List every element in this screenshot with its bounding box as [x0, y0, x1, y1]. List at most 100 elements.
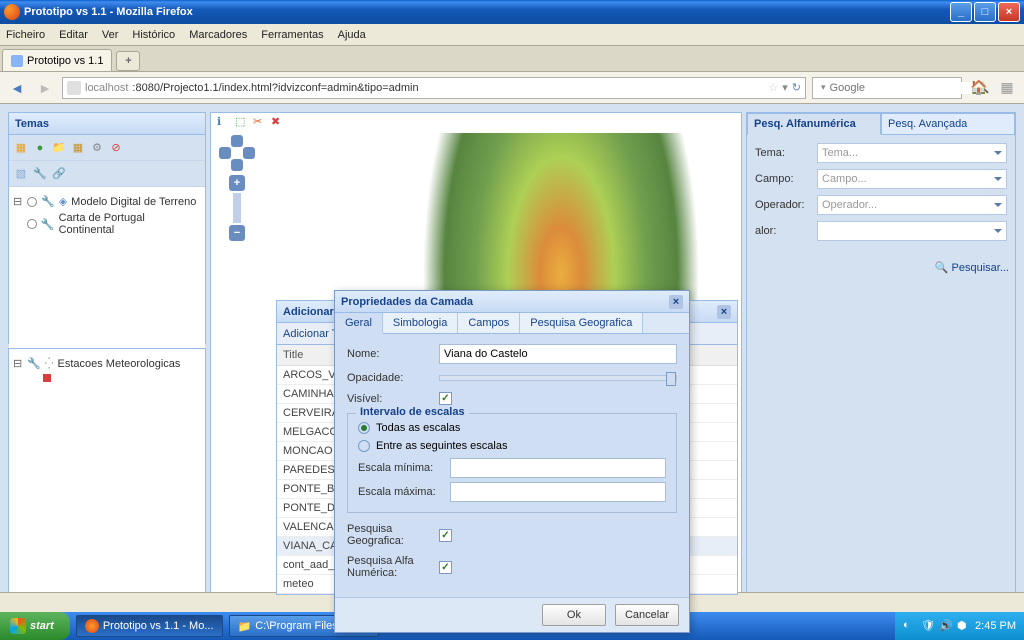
opacidade-label: Opacidade:	[347, 372, 431, 384]
tab-strip: Prototipo vs 1.1 +	[0, 46, 1024, 72]
tab-simbologia[interactable]: Simbologia	[383, 313, 458, 333]
layers-icon[interactable]: ▧	[13, 166, 29, 182]
wrench-icon: 🔧	[41, 218, 55, 231]
points-icon: ⁛	[45, 357, 54, 370]
temas-header: Temas	[9, 113, 205, 135]
menu-view[interactable]: Ver	[102, 29, 119, 41]
tray-icon[interactable]: ⬢	[957, 619, 971, 633]
feed-button[interactable]: ▦	[996, 77, 1018, 99]
temas-panel: Temas ▦ ● 📁 ▦ ⚙ ⊘ ▧ 🔧 🔗 ⊟ 🔧 ◈	[8, 112, 206, 344]
pan-control[interactable]	[219, 135, 255, 171]
tab-advanced-search[interactable]: Pesq. Avançada	[881, 113, 1015, 135]
search-panel: Pesq. Alfanumérica Pesq. Avançada Tema:T…	[746, 112, 1016, 608]
forward-button[interactable]: ►	[34, 77, 56, 99]
wrench-icon[interactable]: 🔧	[32, 166, 48, 182]
back-button[interactable]: ◄	[6, 77, 28, 99]
layer-tree-1: ⊟ 🔧 ◈ Modelo Digital de Terreno 🔧 Carta …	[9, 187, 205, 369]
layer-label: Estacoes Meteorologicas	[57, 358, 180, 370]
pan-north-icon[interactable]	[231, 135, 243, 147]
clock[interactable]: 2:45 PM	[975, 620, 1016, 632]
firefox-icon	[4, 4, 20, 20]
menu-tools[interactable]: Ferramentas	[261, 29, 323, 41]
radio-entre[interactable]	[358, 440, 370, 452]
tab-alpha-search[interactable]: Pesq. Alfanumérica	[747, 113, 881, 135]
radio-entre-label: Entre as seguintes escalas	[376, 440, 507, 452]
ok-button[interactable]: Ok	[542, 604, 606, 626]
add-folder-icon[interactable]: 📁	[51, 140, 67, 156]
add-globe-icon[interactable]: ●	[32, 140, 48, 156]
browser-tab[interactable]: Prototipo vs 1.1	[2, 49, 112, 71]
expand-icon[interactable]: ⊟	[13, 195, 23, 208]
valor-combo[interactable]: .	[817, 221, 1007, 241]
zoom-in-button[interactable]: +	[229, 175, 245, 191]
new-tab-button[interactable]: +	[116, 51, 140, 71]
opacidade-slider[interactable]	[439, 375, 677, 381]
pan-east-icon[interactable]	[243, 147, 255, 159]
tool-icon[interactable]: ⚙	[89, 140, 105, 156]
campo-label: Campo:	[755, 173, 811, 185]
home-button[interactable]: 🏠	[968, 77, 990, 99]
escala-max-input[interactable]	[450, 482, 666, 502]
tray-icon[interactable]: ◐	[903, 619, 917, 633]
menu-file[interactable]: Ficheiro	[6, 29, 45, 41]
visivel-checkbox[interactable]: ✓	[439, 392, 452, 405]
expand-icon[interactable]: ⊟	[13, 357, 23, 370]
radio-todas[interactable]	[358, 422, 370, 434]
taskbar-item-firefox[interactable]: Prototipo vs 1.1 - Mo...	[76, 615, 223, 637]
window-close-button[interactable]: ×	[998, 2, 1020, 22]
menu-edit[interactable]: Editar	[59, 29, 88, 41]
clear-icon[interactable]: ✖	[271, 115, 285, 129]
menu-help[interactable]: Ajuda	[338, 29, 366, 41]
link-icon[interactable]: 🔗	[51, 166, 67, 182]
dialog-header[interactable]: Propriedades da Camada ×	[335, 291, 689, 313]
tab-geral[interactable]: Geral	[335, 313, 383, 334]
radio-todas-label: Todas as escalas	[376, 422, 460, 434]
info-icon[interactable]: ℹ	[217, 115, 231, 129]
url-bar[interactable]: localhost ☆ ▾ ↻	[62, 77, 806, 99]
operador-combo[interactable]: Operador...	[817, 195, 1007, 215]
escala-min-input[interactable]	[450, 458, 666, 478]
firefox-icon	[85, 619, 99, 633]
pesq-alfa-checkbox[interactable]: ✓	[439, 561, 452, 574]
tab-campos[interactable]: Campos	[458, 313, 520, 333]
zoom-out-button[interactable]: −	[229, 225, 245, 241]
pesquisar-link[interactable]: Pesquisar...	[747, 255, 1015, 280]
start-label: start	[30, 620, 54, 632]
tray-icon[interactable]: 🔊	[939, 619, 953, 633]
extent-icon[interactable]: ⬚	[235, 115, 249, 129]
tree-item[interactable]: 🔧 Carta de Portugal Continental	[13, 210, 201, 238]
reload-icon[interactable]: ↻	[792, 81, 801, 94]
menu-history[interactable]: Histórico	[132, 29, 175, 41]
wms-close-button[interactable]: ×	[717, 305, 731, 319]
search-bar[interactable]: ▾ 🔍	[812, 77, 962, 99]
slider-thumb[interactable]	[666, 372, 676, 386]
radio-icon[interactable]	[27, 219, 37, 229]
nome-input[interactable]	[439, 344, 677, 364]
tree-item[interactable]: ⊟ 🔧 ⁛ Estacoes Meteorologicas	[13, 355, 201, 372]
add-layer-icon[interactable]: ▦	[13, 140, 29, 156]
url-input[interactable]	[132, 82, 764, 94]
tab-pesquisa-geo[interactable]: Pesquisa Geografica	[520, 313, 643, 333]
start-button[interactable]: start	[0, 612, 70, 640]
tree-item[interactable]: ⊟ 🔧 ◈ Modelo Digital de Terreno	[13, 193, 201, 210]
dialog-close-button[interactable]: ×	[669, 295, 683, 309]
window-maximize-button[interactable]: □	[974, 2, 996, 22]
remove-icon[interactable]: ⊘	[108, 140, 124, 156]
zoom-slider[interactable]	[233, 193, 241, 223]
add-wms-icon[interactable]: ▦	[70, 140, 86, 156]
pan-west-icon[interactable]	[219, 147, 231, 159]
campo-combo[interactable]: Campo...	[817, 169, 1007, 189]
measure-icon[interactable]: ✂	[253, 115, 267, 129]
wrench-icon: 🔧	[27, 357, 41, 370]
pan-south-icon[interactable]	[231, 159, 243, 171]
cancel-button[interactable]: Cancelar	[615, 604, 679, 626]
search-input[interactable]	[830, 82, 972, 94]
bookmark-star-icon[interactable]: ☆	[768, 81, 778, 94]
tema-combo[interactable]: Tema...	[817, 143, 1007, 163]
radio-icon[interactable]	[27, 197, 37, 207]
pesq-geo-checkbox[interactable]: ✓	[439, 529, 452, 542]
menu-bookmarks[interactable]: Marcadores	[189, 29, 247, 41]
dialog-title: Propriedades da Camada	[341, 296, 473, 308]
tray-icon[interactable]: 🛡	[921, 619, 935, 633]
window-minimize-button[interactable]: _	[950, 2, 972, 22]
